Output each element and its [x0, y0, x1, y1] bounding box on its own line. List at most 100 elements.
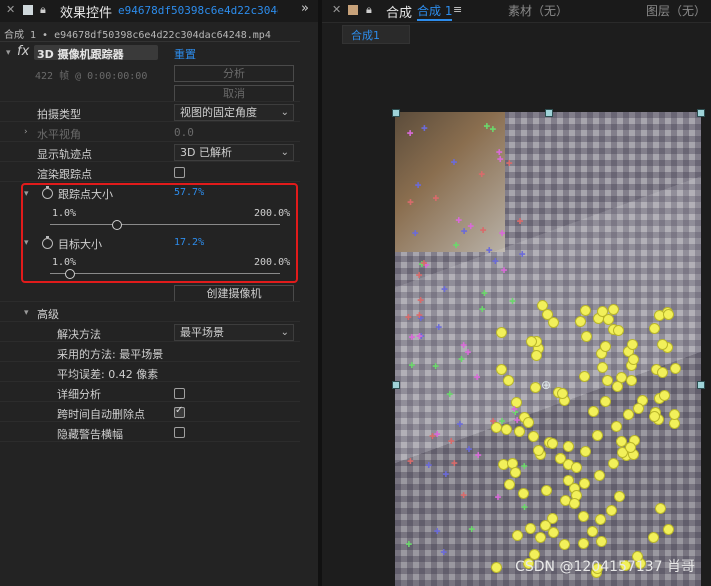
composition-tab[interactable]: 合成 — [386, 2, 412, 21]
track-point-cross: ✚ — [433, 429, 441, 439]
track-point-marker — [588, 405, 600, 417]
track-point-cross: ✚ — [440, 548, 448, 558]
cancel-button[interactable]: 取消 — [174, 85, 294, 102]
track-point-marker — [546, 437, 558, 449]
close-icon[interactable]: ✕ — [6, 3, 15, 16]
breadcrumb: 合成 1 • e94678df50398c6e4d22c304dac64248.… — [4, 30, 271, 41]
twirl-closed-icon[interactable]: › — [24, 127, 28, 137]
watermark: CSDN @1204157137 肖哥 — [515, 559, 695, 575]
footage-tab[interactable]: 素材（无） — [508, 2, 568, 19]
reset-link[interactable]: 重置 — [174, 46, 196, 62]
row-divider — [0, 421, 300, 422]
track-point-marker — [579, 445, 591, 457]
panel-menu-icon[interactable] — [23, 5, 33, 15]
analyze-button[interactable]: 分析 — [174, 65, 294, 82]
track-point-cross: ✚ — [432, 194, 440, 204]
lock-icon[interactable]: 🔒︎ — [366, 3, 372, 17]
solve-method-dropdown[interactable]: 最平场景 ⌄ — [174, 324, 294, 341]
show-track-dropdown[interactable]: 3D 已解析 ⌄ — [174, 144, 294, 161]
track-point-marker — [669, 362, 681, 374]
track-point-cross: ✚ — [510, 405, 518, 415]
row-divider — [0, 441, 300, 442]
track-point-cross: ✚ — [481, 289, 488, 299]
transform-handle[interactable] — [697, 381, 705, 389]
track-point-cross: ✚ — [421, 124, 428, 134]
track-point-cross: ✚ — [420, 258, 428, 268]
track-point-cross: ✚ — [456, 420, 464, 430]
track-point-cross: ✚ — [489, 125, 497, 135]
track-point-cross: ✚ — [417, 296, 424, 306]
shoot-type-value: 视图的固定角度 — [180, 106, 257, 119]
shoot-type-dropdown[interactable]: 视图的固定角度 ⌄ — [174, 104, 294, 121]
track-point-cross: ✚ — [468, 524, 476, 534]
effect-name-box[interactable]: 3D 摄像机跟踪器 — [34, 45, 158, 61]
comp-subtab[interactable]: 合成1 — [342, 25, 410, 44]
row-divider — [0, 161, 300, 162]
transform-handle[interactable] — [697, 109, 705, 117]
chevron-down-icon: ⌄ — [280, 147, 289, 158]
track-point-marker — [648, 411, 660, 423]
track-point-cross: ✚ — [415, 311, 423, 321]
track-point-marker — [562, 440, 574, 452]
panel-menu-icon[interactable]: ≡ — [453, 3, 462, 16]
effect-name: 3D 摄像机跟踪器 — [37, 48, 124, 61]
track-point-cross: ✚ — [455, 215, 463, 225]
hide-warning-checkbox[interactable] — [174, 427, 185, 438]
average-error-text: 平均误差: 0.42 像素 — [57, 368, 159, 381]
track-point-cross: ✚ — [460, 341, 467, 351]
track-point-cross: ✚ — [478, 304, 486, 314]
transform-handle[interactable] — [392, 381, 400, 389]
row-divider — [0, 321, 300, 322]
anchor-point-icon[interactable]: ⊕ — [541, 378, 551, 392]
render-track-label: 渲染跟踪点 — [37, 168, 92, 181]
detailed-analysis-checkbox[interactable] — [174, 388, 185, 399]
panel-overflow-icon[interactable]: » — [301, 1, 309, 16]
create-camera-button[interactable]: 创建摄像机 — [174, 285, 294, 302]
comp-subtab-label: 合成1 — [351, 29, 380, 42]
close-icon[interactable]: ✕ — [332, 3, 341, 16]
hfov-value: 0.0 — [174, 126, 194, 139]
track-point-cross: ✚ — [442, 470, 450, 480]
track-point-cross: ✚ — [494, 492, 502, 502]
track-point-cross: ✚ — [518, 249, 526, 259]
row-divider — [0, 141, 300, 142]
solve-method-label: 解决方法 — [57, 328, 101, 341]
twirl-open-icon[interactable]: ▾ — [24, 308, 29, 318]
fx-icon[interactable]: fx — [17, 44, 29, 59]
track-point-marker — [554, 453, 566, 465]
track-point-cross: ✚ — [425, 461, 433, 471]
track-point-marker — [647, 532, 659, 544]
track-point-marker — [570, 462, 582, 474]
render-track-checkbox[interactable] — [174, 167, 185, 178]
lock-icon[interactable]: 🔒︎ — [40, 3, 46, 17]
track-point-cross: ✚ — [405, 539, 413, 549]
hfov-label: 水平视角 — [37, 128, 81, 141]
row-divider — [0, 181, 300, 182]
track-point-marker — [535, 531, 547, 543]
track-point-cross: ✚ — [491, 256, 499, 266]
track-point-cross: ✚ — [498, 228, 506, 238]
show-track-value: 3D 已解析 — [180, 146, 232, 159]
track-point-cross: ✚ — [408, 361, 416, 371]
track-point-cross: ✚ — [474, 450, 482, 460]
twirl-open-icon[interactable]: ▾ — [6, 48, 11, 58]
track-point-marker — [607, 303, 619, 315]
track-point-marker — [490, 561, 502, 573]
tab-file-name[interactable]: e94678df50398c6e4d22c304dac6 — [118, 4, 278, 17]
transform-handle[interactable] — [545, 109, 553, 117]
show-track-label: 显示轨迹点 — [37, 148, 92, 161]
track-point-marker — [522, 416, 534, 428]
row-divider — [0, 381, 300, 382]
auto-delete-checkbox[interactable] — [174, 405, 185, 418]
transform-handle[interactable] — [392, 109, 400, 117]
effect-controls-tab[interactable]: 效果控件 — [60, 2, 112, 21]
track-point-marker — [495, 326, 507, 338]
row-divider — [0, 401, 300, 402]
track-point-marker — [533, 445, 545, 457]
track-point-marker — [548, 316, 560, 328]
track-point-cross: ✚ — [521, 503, 528, 513]
track-point-marker — [662, 309, 674, 321]
composition-name-tab[interactable]: 合成 1 — [417, 2, 453, 21]
track-point-marker — [602, 314, 614, 326]
layer-tab[interactable]: 图层（无） — [646, 2, 706, 19]
